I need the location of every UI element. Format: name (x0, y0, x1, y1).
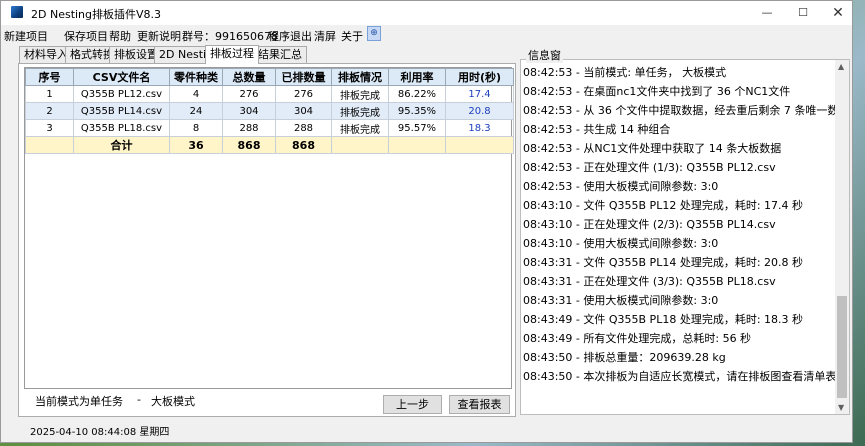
status-datetime: 2025-04-10 08:44:08 星期四 (30, 427, 170, 438)
info-window: 08:42:53 - 当前模式: 单任务， 大板模式 08:42:53 - 在桌… (520, 45, 850, 415)
table-header-row: 序号 CSV文件名 零件种类 总数量 已排数量 排板情况 利用率 用时(秒) (25, 68, 514, 86)
cell-status: 排板完成 (331, 119, 389, 137)
menu-group-number[interactable]: 群号：991650678 (182, 28, 278, 44)
total-cell-time (445, 136, 514, 154)
log-line: 08:43:10 - 使用大板模式间隙参数: 3:0 (523, 237, 719, 250)
col-header-time[interactable]: 用时(秒) (445, 68, 514, 86)
table-total-row: 合计 36 868 868 (25, 136, 514, 154)
cell-nested-qty: 288 (275, 119, 332, 137)
total-cell-part-types: 36 (169, 136, 223, 154)
cell-nested-qty: 276 (275, 85, 332, 103)
cell-total-qty: 288 (222, 119, 276, 137)
table-row[interactable]: 2 Q355B PL14.csv 24 304 304 排板完成 95.35% … (25, 102, 514, 120)
total-cell-nested-qty: 868 (275, 136, 332, 154)
mode-separator: - (137, 393, 141, 406)
scroll-down-arrow-icon[interactable]: ▼ (838, 403, 844, 412)
main-window: 2D Nesting排板插件V8.3 — ☐ ✕ 新建项目 保存项目 帮助 更新… (0, 0, 853, 443)
info-scrollbar[interactable]: ▲ ▼ (835, 60, 849, 414)
log-line: 08:43:10 - 正在处理文件 (2/3): Q355B PL14.csv (523, 218, 776, 231)
col-header-nested-qty[interactable]: 已排数量 (275, 68, 332, 86)
cell-csv-file: Q355B PL14.csv (73, 102, 170, 120)
log-line: 08:43:31 - 文件 Q355B PL14 处理完成，耗时: 20.8 秒 (523, 256, 804, 269)
col-header-part-types[interactable]: 零件种类 (169, 68, 223, 86)
nesting-process-panel: 序号 CSV文件名 零件种类 总数量 已排数量 排板情况 利用率 用时(秒) 1… (18, 63, 516, 417)
cell-time: 18.3 (445, 119, 514, 137)
total-cell-status (331, 136, 389, 154)
menu-update-notes[interactable]: 更新说明 (137, 28, 181, 44)
cell-index: 3 (25, 119, 74, 137)
close-button[interactable]: ✕ (823, 3, 853, 23)
log-line: 08:42:53 - 正在处理文件 (1/3): Q355B PL12.csv (523, 161, 776, 174)
log-line: 08:43:50 - 本次排板为自适应长宽模式，请在排板图查看清单表 (523, 370, 837, 383)
log-line: 08:42:53 - 从NC1文件处理中获取了 14 条大板数据 (523, 142, 782, 155)
cell-index: 1 (25, 85, 74, 103)
log-line: 08:43:10 - 文件 Q355B PL12 处理完成，耗时: 17.4 秒 (523, 199, 804, 212)
log-line: 08:42:53 - 使用大板模式间隙参数: 3:0 (523, 180, 719, 193)
cell-utilization: 86.22% (388, 85, 446, 103)
tab-result-summary[interactable]: 结果汇总 (253, 46, 307, 63)
maximize-button[interactable]: ☐ (788, 3, 818, 23)
app-logo-icon (11, 6, 23, 18)
menu-bar: 新建项目 保存项目 帮助 更新说明 群号：991650678 程序退出 清屏 关… (1, 25, 852, 45)
log-line: 08:42:53 - 在桌面nc1文件夹中找到了 36 个NC1文件 (523, 85, 791, 98)
total-cell-utilization (388, 136, 446, 154)
mode-task-value: 单任务 (90, 395, 123, 408)
log-line: 08:42:53 - 从 36 个文件中提取数据，经去重后剩余 7 条唯一数据 (523, 104, 850, 117)
menu-help[interactable]: 帮助 (109, 28, 131, 44)
col-header-utilization[interactable]: 利用率 (388, 68, 446, 86)
cell-index: 2 (25, 102, 74, 120)
title-bar: 2D Nesting排板插件V8.3 — ☐ ✕ (1, 1, 852, 25)
log-line: 08:43:49 - 所有文件处理完成，总耗时: 56 秒 (523, 332, 752, 345)
cell-time: 20.8 (445, 102, 514, 120)
scroll-thumb[interactable] (837, 296, 847, 398)
table-row[interactable]: 1 Q355B PL12.csv 4 276 276 排板完成 86.22% 1… (25, 85, 514, 103)
cell-time: 17.4 (445, 85, 514, 103)
cell-status: 排板完成 (331, 85, 389, 103)
cell-total-qty: 304 (222, 102, 276, 120)
cell-utilization: 95.35% (388, 102, 446, 120)
cell-part-types: 24 (169, 102, 223, 120)
col-header-total-qty[interactable]: 总数量 (222, 68, 276, 86)
tab-nesting-process[interactable]: 排板过程 (205, 45, 259, 64)
previous-step-button[interactable]: 上一步 (383, 395, 442, 414)
cell-csv-file: Q355B PL18.csv (73, 119, 170, 137)
log-line: 08:42:53 - 当前模式: 单任务， 大板模式 (523, 66, 727, 79)
log-line: 08:43:31 - 使用大板模式间隙参数: 3:0 (523, 294, 719, 307)
log-line: 08:42:53 - 共生成 14 种组合 (523, 123, 671, 136)
table-row[interactable]: 3 Q355B PL18.csv 8 288 288 排板完成 95.57% 1… (25, 119, 514, 137)
log-line: 08:43:31 - 正在处理文件 (3/3): Q355B PL18.csv (523, 275, 776, 288)
total-cell-label: 合计 (73, 136, 170, 154)
cell-part-types: 8 (169, 119, 223, 137)
scroll-up-arrow-icon[interactable]: ▲ (838, 62, 844, 71)
cell-total-qty: 276 (222, 85, 276, 103)
mode-label: 当前模式为: (35, 395, 94, 408)
cell-part-types: 4 (169, 85, 223, 103)
pin-icon[interactable]: ⊕ (367, 26, 381, 41)
info-window-caption: 信息窗 (526, 47, 563, 63)
cell-csv-file: Q355B PL12.csv (73, 85, 170, 103)
view-report-button[interactable]: 查看报表 (449, 395, 510, 414)
col-header-status[interactable]: 排板情况 (331, 68, 389, 86)
cell-nested-qty: 304 (275, 102, 332, 120)
menu-clear-screen[interactable]: 清屏 (314, 28, 336, 44)
menu-save-project[interactable]: 保存项目 (64, 28, 108, 44)
col-header-index[interactable]: 序号 (25, 68, 74, 86)
window-title: 2D Nesting排板插件V8.3 (31, 8, 162, 21)
menu-new-project[interactable]: 新建项目 (4, 28, 48, 44)
col-header-csv-file[interactable]: CSV文件名 (73, 68, 170, 86)
info-log-box[interactable]: 08:42:53 - 当前模式: 单任务， 大板模式 08:42:53 - 在桌… (520, 59, 850, 415)
menu-exit[interactable]: 程序退出 (268, 28, 312, 44)
log-line: 08:43:49 - 文件 Q355B PL18 处理完成，耗时: 18.3 秒 (523, 313, 804, 326)
minimize-button[interactable]: — (752, 3, 782, 23)
mode-sheet-value: 大板模式 (151, 395, 195, 408)
log-line: 08:43:50 - 排板总重量：209639.28 kg (523, 351, 726, 364)
total-cell-index (25, 136, 74, 154)
menu-about[interactable]: 关于 (341, 28, 363, 44)
cell-status: 排板完成 (331, 102, 389, 120)
results-grid: 序号 CSV文件名 零件种类 总数量 已排数量 排板情况 利用率 用时(秒) 1… (24, 67, 514, 389)
total-cell-total-qty: 868 (222, 136, 276, 154)
cell-utilization: 95.57% (388, 119, 446, 137)
